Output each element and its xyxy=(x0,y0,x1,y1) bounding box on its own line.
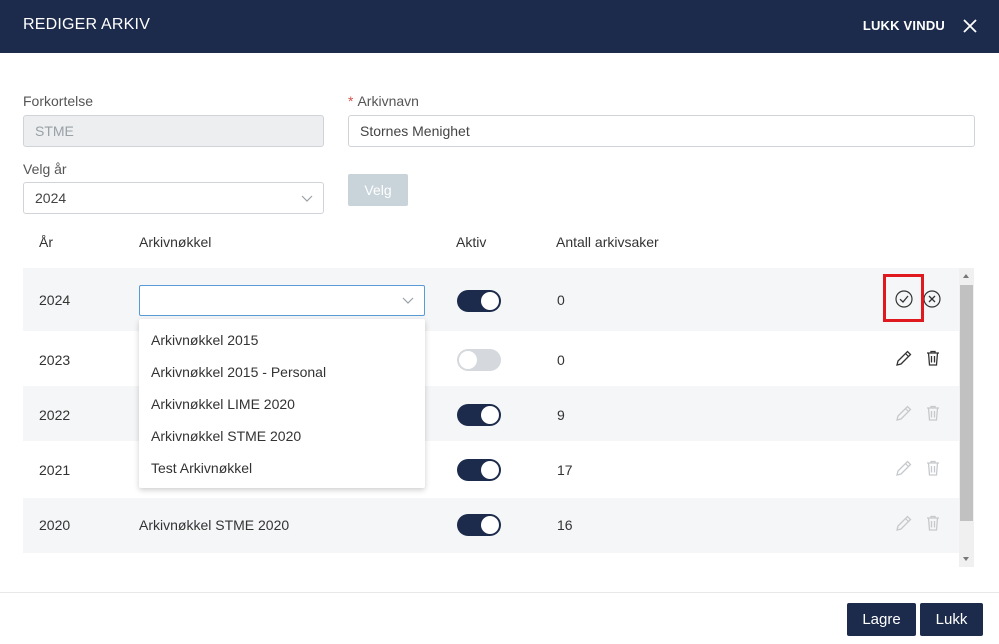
trash-icon xyxy=(927,405,939,421)
archive-key-dropdown-menu: Arkivnøkkel 2015 Arkivnøkkel 2015 - Pers… xyxy=(139,319,425,488)
dropdown-option[interactable]: Arkivnøkkel 2015 - Personal xyxy=(151,364,326,380)
required-mark: * xyxy=(348,93,354,109)
table-row: 2020 Arkivnøkkel STME 2020 16 xyxy=(23,498,960,553)
active-toggle[interactable] xyxy=(457,514,501,536)
abbreviation-field: STME xyxy=(23,115,324,147)
year-select-value: 2024 xyxy=(35,190,67,206)
trash-icon xyxy=(927,460,939,476)
row-count: 16 xyxy=(557,517,573,533)
scroll-up-arrow[interactable] xyxy=(963,274,969,278)
cancel-circle-icon[interactable] xyxy=(923,290,941,308)
active-toggle[interactable] xyxy=(457,290,501,312)
header-count: Antall arkivsaker xyxy=(556,234,659,250)
highlight-box xyxy=(883,274,924,322)
abbreviation-label: Forkortelse xyxy=(23,93,94,109)
close-button[interactable]: Lukk xyxy=(920,603,983,636)
row-key: Arkivnøkkel STME 2020 xyxy=(139,517,290,533)
header-year: År xyxy=(39,234,53,250)
chevron-down-icon xyxy=(301,195,313,202)
name-label-text: Arkivnavn xyxy=(357,93,419,109)
close-window-link[interactable]: LUKK VINDU xyxy=(863,18,945,33)
row-year: 2021 xyxy=(39,462,71,478)
scroll-down-arrow[interactable] xyxy=(963,557,969,561)
active-toggle[interactable] xyxy=(457,404,501,426)
chevron-down-icon xyxy=(402,297,414,304)
edit-pencil-icon xyxy=(896,515,912,531)
dialog-title: REDIGER ARKIV xyxy=(23,16,151,33)
name-field[interactable]: Stornes Menighet xyxy=(348,115,975,147)
row-year: 2020 xyxy=(39,517,71,533)
header-active: Aktiv xyxy=(456,234,487,250)
row-count: 0 xyxy=(557,292,565,308)
footer-divider xyxy=(0,592,999,593)
archive-key-select[interactable] xyxy=(139,285,425,316)
dialog-header: REDIGER ARKIV LUKK VINDU xyxy=(0,0,999,53)
edit-pencil-icon xyxy=(896,405,912,421)
trash-icon[interactable] xyxy=(924,349,942,367)
scrollbar-thumb[interactable] xyxy=(960,285,973,521)
active-toggle[interactable] xyxy=(457,349,501,371)
dropdown-option[interactable]: Test Arkivnøkkel xyxy=(151,460,252,476)
trash-icon xyxy=(927,515,939,531)
row-count: 0 xyxy=(557,352,565,368)
header-key: Arkivnøkkel xyxy=(139,234,212,250)
select-year-button[interactable]: Velg xyxy=(348,174,408,206)
name-label: * Arkivnavn xyxy=(348,93,419,109)
dropdown-option[interactable]: Arkivnøkkel STME 2020 xyxy=(151,428,301,444)
row-year: 2023 xyxy=(39,352,71,368)
year-label: Velg år xyxy=(23,161,67,177)
dropdown-option[interactable]: Arkivnøkkel 2015 xyxy=(151,332,258,348)
row-count: 17 xyxy=(557,462,573,478)
dropdown-option[interactable]: Arkivnøkkel LIME 2020 xyxy=(151,396,295,412)
active-toggle[interactable] xyxy=(457,459,501,481)
year-select[interactable]: 2024 xyxy=(23,182,324,214)
row-year: 2024 xyxy=(39,292,71,308)
edit-pencil-icon[interactable] xyxy=(895,349,913,367)
close-icon[interactable] xyxy=(961,17,979,35)
table-scrollbar[interactable] xyxy=(959,268,974,567)
save-button[interactable]: Lagre xyxy=(847,603,916,636)
edit-pencil-icon xyxy=(896,460,912,476)
row-year: 2022 xyxy=(39,407,71,423)
row-count: 9 xyxy=(557,407,565,423)
